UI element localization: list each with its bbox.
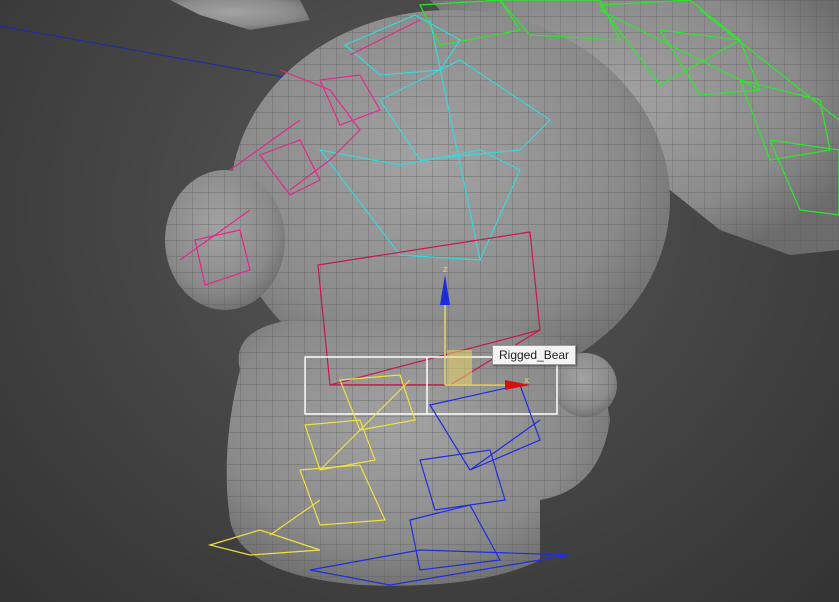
scene-canvas[interactable]: z x: [0, 0, 839, 602]
object-name-tooltip: Rigged_Bear: [492, 345, 577, 365]
grid-line: [0, 25, 301, 81]
bear-top-mesh: [170, 0, 310, 30]
3d-viewport[interactable]: z x Rigged_Bear: [0, 0, 839, 602]
gizmo-x-label: x: [524, 376, 530, 386]
gizmo-plane-handle: [447, 350, 472, 385]
bear-snout-mesh: [165, 170, 285, 310]
gizmo-z-label: z: [443, 265, 448, 275]
